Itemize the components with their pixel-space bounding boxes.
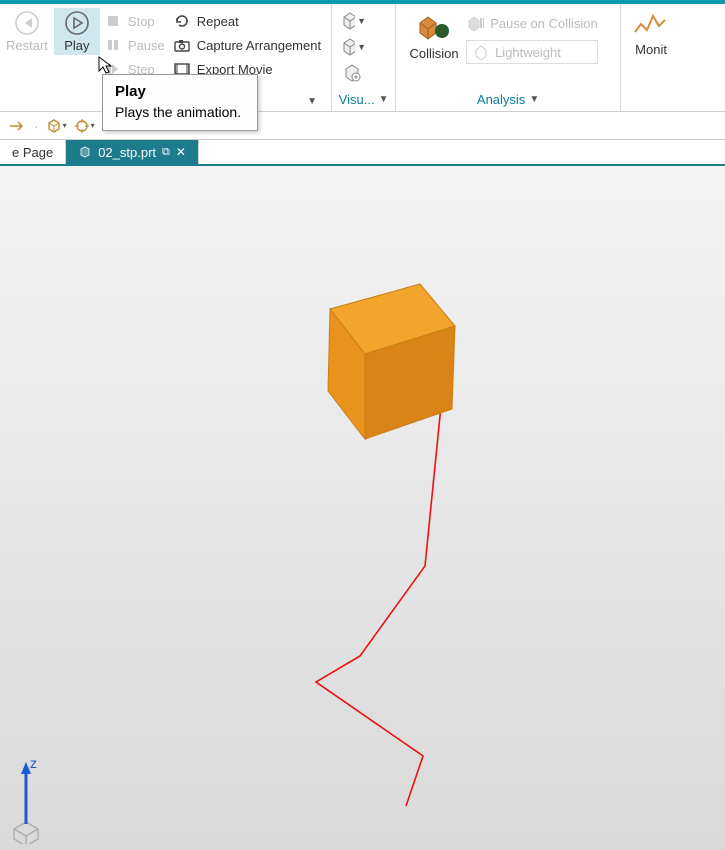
visu-cube-icon-3[interactable] xyxy=(338,62,366,84)
capture-label: Capture Arrangement xyxy=(197,38,321,53)
repeat-label: Repeat xyxy=(197,14,239,29)
play-tooltip: Play Plays the animation. xyxy=(102,74,258,131)
tooltip-body: Plays the animation. xyxy=(115,104,243,120)
play-icon xyxy=(64,10,90,36)
stop-button[interactable]: Stop xyxy=(104,10,165,32)
analysis-group-label: Analysis xyxy=(477,92,525,107)
pause-collision-icon xyxy=(466,15,484,31)
play-button[interactable]: Play xyxy=(54,8,100,55)
restart-icon xyxy=(14,10,40,36)
pause-on-collision-label: Pause on Collision xyxy=(490,16,598,31)
visu-cube-icon-2[interactable]: ▼ xyxy=(338,36,366,58)
monitor-label: Monit xyxy=(635,42,667,57)
view-gizmo[interactable]: z xyxy=(6,754,66,844)
collision-icon xyxy=(414,10,454,44)
stop-icon xyxy=(104,14,122,28)
capture-arrangement-button[interactable]: Capture Arrangement xyxy=(173,34,321,56)
ribbon: Restart Play Stop Pause xyxy=(0,4,725,112)
pause-icon xyxy=(104,38,122,52)
chevron-down-icon[interactable]: ▼ xyxy=(529,94,539,105)
camera-icon xyxy=(173,38,191,52)
collision-button[interactable]: Collision xyxy=(402,8,466,63)
stop-label: Stop xyxy=(128,14,155,29)
part-file-icon xyxy=(78,145,92,159)
document-tabs: e Page 02_stp.prt ⧉ ✕ xyxy=(0,140,725,166)
tab-page[interactable]: e Page xyxy=(0,140,66,164)
monitor-icon xyxy=(633,10,669,40)
play-label: Play xyxy=(64,38,89,53)
visu-cube-icon-1[interactable]: ▼ xyxy=(338,10,366,32)
tooltip-title: Play xyxy=(115,83,243,100)
repeat-icon xyxy=(173,14,191,28)
tab-active-label: 02_stp.prt xyxy=(98,145,156,160)
tab-popout-icon[interactable]: ⧉ xyxy=(162,146,170,159)
3d-scene xyxy=(0,166,725,850)
lightweight-button[interactable]: Lightweight xyxy=(466,40,598,64)
qb-icon-1[interactable] xyxy=(6,115,28,137)
tab-page-label: e Page xyxy=(12,145,53,160)
visu-group-label: Visu... xyxy=(339,92,375,107)
collision-label: Collision xyxy=(410,46,459,61)
chevron-down-icon[interactable]: ▼ xyxy=(379,94,389,105)
tab-close-icon[interactable]: ✕ xyxy=(176,145,186,159)
lightweight-icon xyxy=(473,44,491,60)
pause-label: Pause xyxy=(128,38,165,53)
repeat-button[interactable]: Repeat xyxy=(173,10,321,32)
3d-viewport[interactable]: z xyxy=(0,166,725,850)
pause-button[interactable]: Pause xyxy=(104,34,165,56)
lightweight-label: Lightweight xyxy=(495,45,561,60)
restart-button[interactable]: Restart xyxy=(0,8,54,55)
chevron-down-icon[interactable]: ▼ xyxy=(307,96,317,107)
restart-label: Restart xyxy=(6,38,48,53)
tab-active-file[interactable]: 02_stp.prt ⧉ ✕ xyxy=(66,140,199,164)
pause-on-collision-button[interactable]: Pause on Collision xyxy=(466,12,598,34)
qb-cube-icon[interactable]: ▾ xyxy=(45,115,67,137)
monitor-button[interactable]: Monit xyxy=(627,8,675,59)
qb-target-icon[interactable]: ▾ xyxy=(73,115,95,137)
gizmo-z-label: z xyxy=(30,755,37,771)
